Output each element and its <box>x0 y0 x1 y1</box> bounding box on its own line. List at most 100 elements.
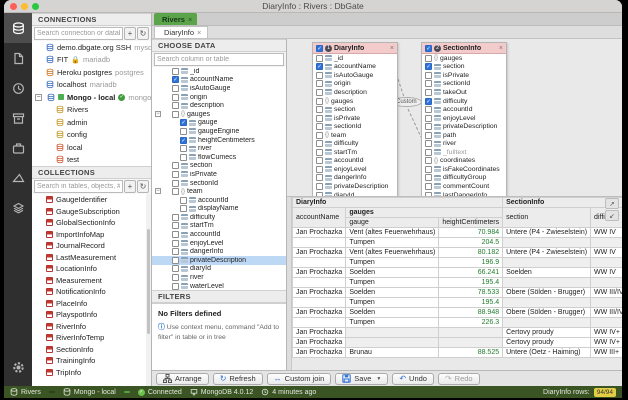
checkbox[interactable] <box>172 265 179 273</box>
table-cell[interactable]: Jan Prochazka <box>291 247 347 258</box>
rail-archive-button[interactable] <box>4 103 32 133</box>
table-cell[interactable]: Untere (P4 - Zwieselstein) <box>502 247 592 258</box>
table-cell[interactable]: 195.4 <box>438 297 504 308</box>
checkbox[interactable] <box>425 106 432 114</box>
table-cell[interactable]: Tumpen <box>345 277 440 288</box>
tree-row-difficulty[interactable]: difficulty <box>152 213 286 222</box>
rail-apps-button[interactable] <box>4 133 32 163</box>
collection-item-journalrecord[interactable]: JournalRecord <box>32 240 151 252</box>
table-cell[interactable] <box>345 337 440 348</box>
refresh-button[interactable]: ↻ Refresh <box>212 372 263 385</box>
maximize-grid-button[interactable]: ↗ <box>605 198 619 209</box>
table-cell[interactable]: WW III/IV <box>590 287 622 298</box>
entity-field-river[interactable]: river <box>422 139 506 148</box>
rail-databases-button[interactable] <box>4 13 32 43</box>
checkbox[interactable] <box>425 88 432 96</box>
collection-item-gaugesubscription[interactable]: GaugeSubscription <box>32 206 151 218</box>
checkbox[interactable] <box>316 148 323 156</box>
table-cell[interactable] <box>502 277 592 288</box>
entity-field-enjoylevel[interactable]: enjoyLevel <box>313 165 397 174</box>
tree-row-enjoylevel[interactable]: enjoyLevel <box>152 239 286 248</box>
close-icon[interactable]: × <box>390 45 394 52</box>
table-cell[interactable]: 80.182 <box>438 247 504 258</box>
tree-row-_id[interactable]: _id <box>152 67 286 76</box>
collection-item-measurement[interactable]: Measurement <box>32 275 151 287</box>
entity-field-starttm[interactable]: startTm <box>313 148 397 157</box>
collection-item-riverinfotemp[interactable]: RiverInfoTemp <box>32 332 151 344</box>
checkbox[interactable] <box>425 131 432 139</box>
query-designer-canvas[interactable]: Custom 1DiaryInfo×_idaccountNameisAutoGa… <box>287 39 622 197</box>
table-row[interactable]: Jan Prochazka Soelden 88.948 Obere (Sölden … <box>291 307 622 318</box>
column-header-section[interactable]: section <box>502 207 592 228</box>
refresh-collections-button[interactable]: ↻ <box>137 180 149 193</box>
entity-field-section[interactable]: section <box>422 63 506 72</box>
checkbox[interactable] <box>316 54 323 62</box>
table-cell[interactable]: Untere (P4 - Zwieselstein) <box>502 227 592 238</box>
checkbox[interactable] <box>180 205 187 213</box>
collection-item-riverinfo[interactable]: RiverInfo <box>32 321 151 333</box>
dropdown-caret-icon[interactable]: ▼ <box>376 376 381 382</box>
table-row[interactable]: Tumpen 195.4 <box>291 277 622 288</box>
entity-checkbox[interactable] <box>425 44 432 52</box>
checkbox[interactable] <box>172 67 179 75</box>
entity-field-enjoylevel[interactable]: enjoyLevel <box>422 114 506 123</box>
table-row[interactable]: Tumpen 226.3 <box>291 317 622 328</box>
checkbox[interactable] <box>425 182 432 190</box>
entity-field-team[interactable]: {} team <box>313 131 397 140</box>
column-header-gauge[interactable]: gauge <box>345 217 440 228</box>
checkbox[interactable] <box>172 110 179 118</box>
table-cell[interactable] <box>590 277 622 288</box>
entity-field-dangerinfo[interactable]: dangerInfo <box>313 174 397 183</box>
collections-search-input[interactable] <box>34 180 123 193</box>
table-cell[interactable]: Vent (altes Feuerwehrhaus) <box>345 227 440 238</box>
tree-row-isprivate[interactable]: isPrivate <box>152 170 286 179</box>
entity-field-coordinates[interactable]: {} coordinates <box>422 157 506 166</box>
rail-settings-button[interactable] <box>4 352 32 382</box>
table-cell[interactable] <box>291 317 347 328</box>
table-cell[interactable]: 70.984 <box>438 227 504 238</box>
checkbox[interactable] <box>172 274 179 282</box>
table-cell[interactable]: Tumpen <box>345 237 440 248</box>
checkbox[interactable] <box>316 97 323 105</box>
checkbox[interactable] <box>316 165 323 173</box>
table-row[interactable]: Jan Prochazka Soelden 66.241 Soelden WW IV <box>291 267 622 278</box>
table-row[interactable]: Jan Prochazka Čertovy proudy WW IV+ <box>291 337 622 348</box>
table-cell[interactable]: WW III+ <box>590 347 622 358</box>
table-cell[interactable]: Obere (Sölden - Brugger) <box>502 287 592 298</box>
collections-scrollbar[interactable] <box>146 194 151 386</box>
checkbox[interactable] <box>172 93 179 101</box>
table-row[interactable]: Jan Prochazka Vent (altes Feuerwehrhaus) 7… <box>291 227 622 238</box>
tree-row-gauge[interactable]: gauge <box>152 119 286 128</box>
table-cell[interactable]: WW IV <box>590 247 622 258</box>
tree-row-displayname[interactable]: displayName <box>152 205 286 214</box>
tree-row-heightcentimeters[interactable]: heightCentimeters <box>152 136 286 145</box>
table-cell[interactable]: Čertovy proudy <box>502 327 592 338</box>
checkbox[interactable] <box>172 239 179 247</box>
connection-item[interactable]: FIT 🔒 mariadb <box>32 54 151 67</box>
entity-checkbox[interactable] <box>316 44 323 52</box>
collection-item-notificationinfo[interactable]: NotificationInfo <box>32 286 151 298</box>
checkbox[interactable] <box>316 80 323 88</box>
checkbox[interactable] <box>172 231 179 239</box>
table-cell[interactable]: Jan Prochazka <box>291 227 347 238</box>
table-cell[interactable]: Soelden <box>502 267 592 278</box>
entity-box-diaryinfo[interactable]: 1DiaryInfo × _idaccountNameisAutoGaugeorig… <box>312 42 398 196</box>
tree-row-accountid[interactable]: accountId <box>152 196 286 205</box>
table-cell[interactable]: WW IV+ <box>590 327 622 338</box>
table-cell[interactable] <box>502 257 592 268</box>
table-cell[interactable]: Jan Prochazka <box>291 287 347 298</box>
checkbox[interactable] <box>425 97 432 105</box>
tree-row-dangerinfo[interactable]: dangerInfo <box>152 247 286 256</box>
column-header-accountname[interactable]: accountName <box>291 207 347 228</box>
checkbox[interactable] <box>316 114 323 122</box>
table-cell[interactable]: 78.533 <box>438 287 504 298</box>
rail-plugins-button[interactable] <box>4 193 32 223</box>
table-cell[interactable]: 88.525 <box>438 347 504 358</box>
tree-row-isautogauge[interactable]: isAutoGauge <box>152 84 286 93</box>
checkbox[interactable] <box>172 179 179 187</box>
table-cell[interactable]: WW III/IV <box>590 307 622 318</box>
entity-field-description[interactable]: description <box>313 88 397 97</box>
table-cell[interactable] <box>590 257 622 268</box>
entity-field-path[interactable]: path <box>422 131 506 140</box>
entity-field-section[interactable]: section <box>313 105 397 114</box>
